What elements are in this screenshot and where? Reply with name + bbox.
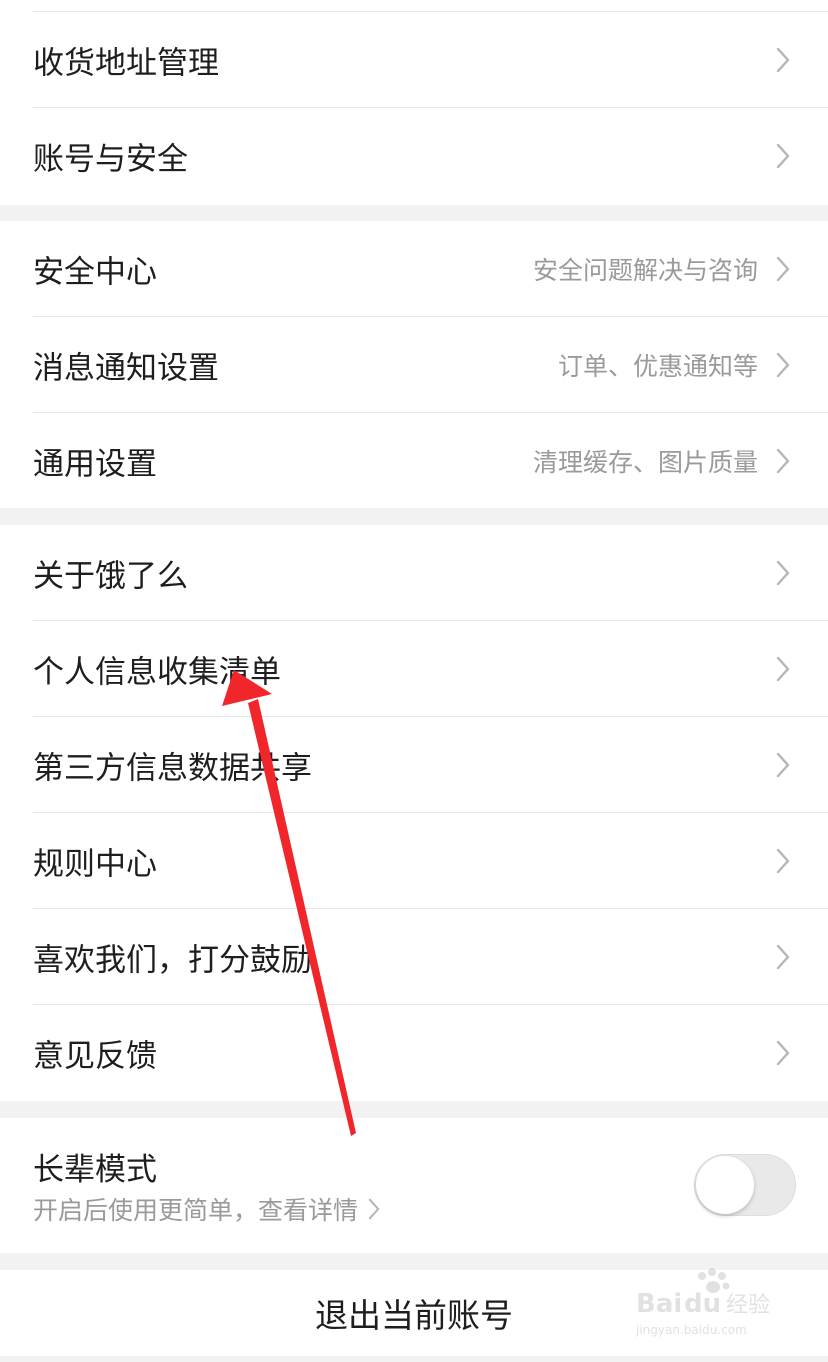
settings-item-rules-center[interactable]: 规则中心 [0,813,828,909]
settings-item-third-party-sharing[interactable]: 第三方信息数据共享 [0,717,828,813]
settings-item-label: 规则中心 [33,846,157,883]
settings-item-about[interactable]: 关于饿了么 [0,525,828,621]
settings-item-general[interactable]: 通用设置 清理缓存、图片质量 [0,413,828,509]
elder-mode-toggle[interactable] [694,1154,796,1216]
settings-group-1: 收货地址管理 账号与安全 [0,0,828,205]
settings-item-label: 安全中心 [33,254,157,291]
chevron-right-icon [776,752,790,778]
settings-item-label: 关于饿了么 [33,558,188,595]
chevron-right-icon [776,47,790,73]
settings-item-label: 通用设置 [33,446,157,483]
chevron-right-icon [776,656,790,682]
chevron-right-icon [776,848,790,874]
settings-item-hint: 清理缓存、图片质量 [532,448,758,477]
settings-item-label: 第三方信息数据共享 [33,750,312,787]
settings-item-address[interactable]: 收货地址管理 [0,12,828,108]
elder-mode-details-link[interactable]: 开启后使用更简单，查看详情 [33,1191,380,1227]
settings-item-label: 意见反馈 [33,1038,157,1075]
settings-item-label: 消息通知设置 [33,350,219,387]
chevron-right-icon [776,944,790,970]
chevron-right-icon [776,448,790,474]
elder-mode-title: 长辈模式 [33,1152,157,1188]
settings-item-feedback[interactable]: 意见反馈 [0,1005,828,1101]
chevron-right-icon [776,256,790,282]
settings-item-label: 账号与安全 [33,141,188,178]
logout-button[interactable]: 退出当前账号 [0,1270,828,1356]
settings-item-rate-us[interactable]: 喜欢我们，打分鼓励 [0,909,828,1005]
settings-item-notifications[interactable]: 消息通知设置 订单、优惠通知等 [0,317,828,413]
chevron-right-icon [776,560,790,586]
elder-mode-description: 开启后使用更简单，查看详情 [33,1196,359,1225]
settings-group-3: 关于饿了么 个人信息收集清单 第三方信息数据共享 规则中心 喜欢我们，打分鼓励 … [0,525,828,1101]
settings-item-label: 个人信息收集清单 [33,654,281,691]
settings-item-personal-info-list[interactable]: 个人信息收集清单 [0,621,828,717]
settings-item-account-security[interactable]: 账号与安全 [0,108,828,204]
settings-group-2: 安全中心 安全问题解决与咨询 消息通知设置 订单、优惠通知等 通用设置 清理缓存… [0,221,828,508]
settings-item-hint: 订单、优惠通知等 [557,352,758,381]
settings-item-security-center[interactable]: 安全中心 安全问题解决与咨询 [0,221,828,317]
chevron-right-icon [776,352,790,378]
settings-item-label: 收货地址管理 [33,45,219,82]
settings-item-label: 喜欢我们，打分鼓励 [33,942,312,979]
settings-item-hint: 安全问题解决与咨询 [532,256,758,285]
chevron-right-icon [776,143,790,169]
chevron-right-icon [368,1198,380,1220]
toggle-knob [696,1156,754,1214]
chevron-right-icon [776,1040,790,1066]
